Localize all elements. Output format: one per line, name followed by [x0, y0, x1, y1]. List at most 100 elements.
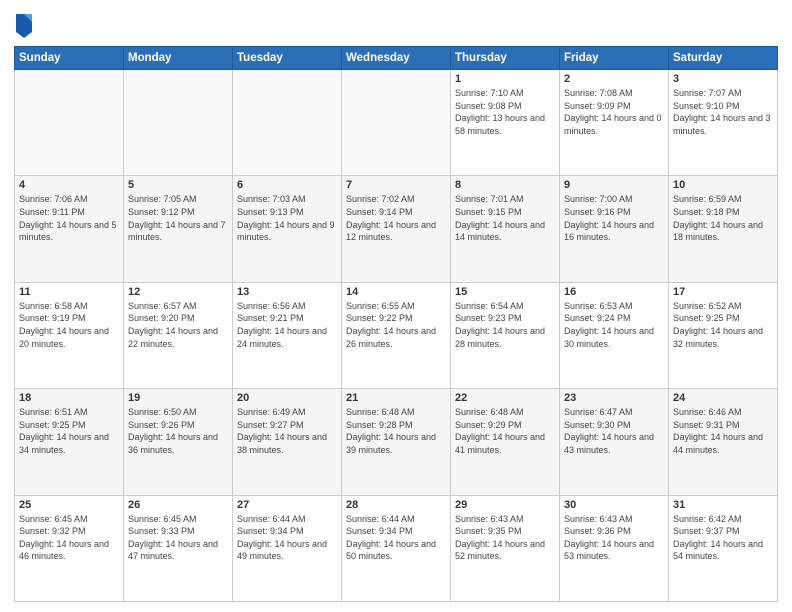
day-info: Sunrise: 6:58 AMSunset: 9:19 PMDaylight:…	[19, 300, 119, 350]
calendar-cell: 8 Sunrise: 7:01 AMSunset: 9:15 PMDaylight…	[451, 176, 560, 282]
day-info: Sunrise: 7:10 AMSunset: 9:08 PMDaylight:…	[455, 87, 555, 137]
day-number: 3	[673, 73, 773, 85]
day-number: 26	[128, 499, 228, 511]
day-number: 8	[455, 179, 555, 191]
day-info: Sunrise: 6:49 AMSunset: 9:27 PMDaylight:…	[237, 406, 337, 456]
calendar-cell	[233, 70, 342, 176]
day-info: Sunrise: 6:52 AMSunset: 9:25 PMDaylight:…	[673, 300, 773, 350]
calendar-cell: 20 Sunrise: 6:49 AMSunset: 9:27 PMDayligh…	[233, 389, 342, 495]
day-info: Sunrise: 6:48 AMSunset: 9:29 PMDaylight:…	[455, 406, 555, 456]
day-info: Sunrise: 7:05 AMSunset: 9:12 PMDaylight:…	[128, 193, 228, 243]
calendar-cell: 25 Sunrise: 6:45 AMSunset: 9:32 PMDayligh…	[15, 495, 124, 601]
day-number: 5	[128, 179, 228, 191]
day-info: Sunrise: 6:45 AMSunset: 9:32 PMDaylight:…	[19, 513, 119, 563]
header	[14, 10, 778, 38]
day-number: 17	[673, 286, 773, 298]
day-number: 27	[237, 499, 337, 511]
weekday-header: Thursday	[451, 47, 560, 70]
day-info: Sunrise: 6:50 AMSunset: 9:26 PMDaylight:…	[128, 406, 228, 456]
calendar-table: SundayMondayTuesdayWednesdayThursdayFrid…	[14, 46, 778, 602]
day-number: 9	[564, 179, 664, 191]
day-info: Sunrise: 6:53 AMSunset: 9:24 PMDaylight:…	[564, 300, 664, 350]
calendar-cell	[342, 70, 451, 176]
calendar-header-row: SundayMondayTuesdayWednesdayThursdayFrid…	[15, 47, 778, 70]
weekday-header: Friday	[560, 47, 669, 70]
calendar-cell: 23 Sunrise: 6:47 AMSunset: 9:30 PMDayligh…	[560, 389, 669, 495]
calendar-cell: 18 Sunrise: 6:51 AMSunset: 9:25 PMDayligh…	[15, 389, 124, 495]
day-info: Sunrise: 6:48 AMSunset: 9:28 PMDaylight:…	[346, 406, 446, 456]
day-number: 28	[346, 499, 446, 511]
day-number: 23	[564, 392, 664, 404]
day-number: 21	[346, 392, 446, 404]
day-info: Sunrise: 6:56 AMSunset: 9:21 PMDaylight:…	[237, 300, 337, 350]
calendar-cell: 5 Sunrise: 7:05 AMSunset: 9:12 PMDaylight…	[124, 176, 233, 282]
calendar-cell: 15 Sunrise: 6:54 AMSunset: 9:23 PMDayligh…	[451, 282, 560, 388]
weekday-header: Tuesday	[233, 47, 342, 70]
calendar-cell: 1 Sunrise: 7:10 AMSunset: 9:08 PMDaylight…	[451, 70, 560, 176]
day-info: Sunrise: 7:03 AMSunset: 9:13 PMDaylight:…	[237, 193, 337, 243]
day-number: 11	[19, 286, 119, 298]
day-number: 20	[237, 392, 337, 404]
day-number: 10	[673, 179, 773, 191]
page: SundayMondayTuesdayWednesdayThursdayFrid…	[0, 0, 792, 612]
day-number: 15	[455, 286, 555, 298]
day-number: 29	[455, 499, 555, 511]
calendar-cell: 26 Sunrise: 6:45 AMSunset: 9:33 PMDayligh…	[124, 495, 233, 601]
day-number: 24	[673, 392, 773, 404]
calendar-cell: 9Sunrise: 7:00 AMSunset: 9:16 PMDaylight…	[560, 176, 669, 282]
calendar-week-row: 11 Sunrise: 6:58 AMSunset: 9:19 PMDayligh…	[15, 282, 778, 388]
day-info: Sunrise: 6:42 AMSunset: 9:37 PMDaylight:…	[673, 513, 773, 563]
day-info: Sunrise: 7:01 AMSunset: 9:15 PMDaylight:…	[455, 193, 555, 243]
day-number: 12	[128, 286, 228, 298]
day-info: Sunrise: 7:02 AMSunset: 9:14 PMDaylight:…	[346, 193, 446, 243]
calendar-cell: 14Sunrise: 6:55 AMSunset: 9:22 PMDayligh…	[342, 282, 451, 388]
weekday-header: Monday	[124, 47, 233, 70]
calendar-cell: 30 Sunrise: 6:43 AMSunset: 9:36 PMDayligh…	[560, 495, 669, 601]
logo-icon	[14, 10, 34, 38]
day-number: 1	[455, 73, 555, 85]
day-number: 19	[128, 392, 228, 404]
day-info: Sunrise: 6:47 AMSunset: 9:30 PMDaylight:…	[564, 406, 664, 456]
day-info: Sunrise: 6:43 AMSunset: 9:35 PMDaylight:…	[455, 513, 555, 563]
calendar-cell	[15, 70, 124, 176]
day-number: 16	[564, 286, 664, 298]
day-number: 18	[19, 392, 119, 404]
calendar-cell: 16 Sunrise: 6:53 AMSunset: 9:24 PMDayligh…	[560, 282, 669, 388]
weekday-header: Wednesday	[342, 47, 451, 70]
day-info: Sunrise: 6:57 AMSunset: 9:20 PMDaylight:…	[128, 300, 228, 350]
calendar-cell: 29 Sunrise: 6:43 AMSunset: 9:35 PMDayligh…	[451, 495, 560, 601]
day-info: Sunrise: 6:51 AMSunset: 9:25 PMDaylight:…	[19, 406, 119, 456]
day-info: Sunrise: 6:44 AMSunset: 9:34 PMDaylight:…	[346, 513, 446, 563]
calendar-cell: 31 Sunrise: 6:42 AMSunset: 9:37 PMDayligh…	[669, 495, 778, 601]
day-number: 31	[673, 499, 773, 511]
day-info: Sunrise: 7:08 AMSunset: 9:09 PMDaylight:…	[564, 87, 664, 137]
calendar-cell: 22 Sunrise: 6:48 AMSunset: 9:29 PMDayligh…	[451, 389, 560, 495]
day-info: Sunrise: 6:59 AMSunset: 9:18 PMDaylight:…	[673, 193, 773, 243]
day-info: Sunrise: 6:45 AMSunset: 9:33 PMDaylight:…	[128, 513, 228, 563]
day-info: Sunrise: 6:44 AMSunset: 9:34 PMDaylight:…	[237, 513, 337, 563]
weekday-header: Saturday	[669, 47, 778, 70]
calendar-cell: 21 Sunrise: 6:48 AMSunset: 9:28 PMDayligh…	[342, 389, 451, 495]
calendar-cell: 2 Sunrise: 7:08 AMSunset: 9:09 PMDaylight…	[560, 70, 669, 176]
day-info: Sunrise: 6:46 AMSunset: 9:31 PMDaylight:…	[673, 406, 773, 456]
day-number: 4	[19, 179, 119, 191]
calendar-week-row: 1 Sunrise: 7:10 AMSunset: 9:08 PMDaylight…	[15, 70, 778, 176]
day-info: Sunrise: 6:54 AMSunset: 9:23 PMDaylight:…	[455, 300, 555, 350]
logo	[14, 10, 38, 38]
calendar-cell: 10 Sunrise: 6:59 AMSunset: 9:18 PMDayligh…	[669, 176, 778, 282]
calendar-week-row: 18 Sunrise: 6:51 AMSunset: 9:25 PMDayligh…	[15, 389, 778, 495]
calendar-cell: 27 Sunrise: 6:44 AMSunset: 9:34 PMDayligh…	[233, 495, 342, 601]
day-number: 30	[564, 499, 664, 511]
calendar-cell: 17 Sunrise: 6:52 AMSunset: 9:25 PMDayligh…	[669, 282, 778, 388]
calendar-cell: 19 Sunrise: 6:50 AMSunset: 9:26 PMDayligh…	[124, 389, 233, 495]
calendar-cell: 11 Sunrise: 6:58 AMSunset: 9:19 PMDayligh…	[15, 282, 124, 388]
day-info: Sunrise: 6:55 AMSunset: 9:22 PMDaylight:…	[346, 300, 446, 350]
calendar-cell: 13 Sunrise: 6:56 AMSunset: 9:21 PMDayligh…	[233, 282, 342, 388]
day-number: 13	[237, 286, 337, 298]
day-number: 2	[564, 73, 664, 85]
calendar-cell: 4Sunrise: 7:06 AMSunset: 9:11 PMDaylight…	[15, 176, 124, 282]
day-info: Sunrise: 6:43 AMSunset: 9:36 PMDaylight:…	[564, 513, 664, 563]
weekday-header: Sunday	[15, 47, 124, 70]
day-number: 22	[455, 392, 555, 404]
day-number: 25	[19, 499, 119, 511]
